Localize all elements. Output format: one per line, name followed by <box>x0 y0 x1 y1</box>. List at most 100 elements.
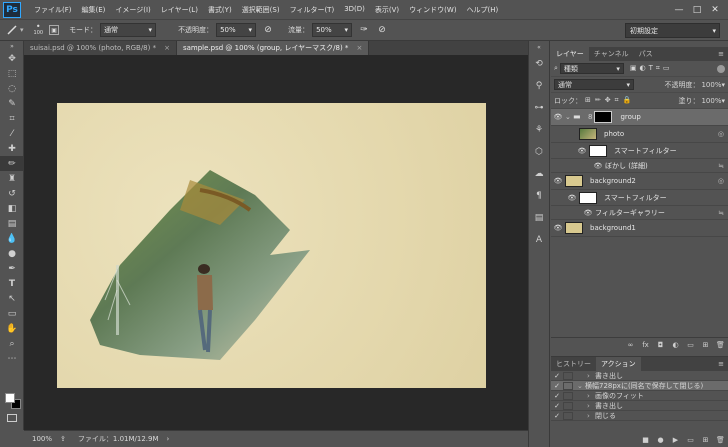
menu-type[interactable]: 書式(Y) <box>203 5 237 15</box>
panel-menu-icon[interactable]: ≡ <box>718 357 728 371</box>
visibility-eye-icon[interactable]: 👁 <box>591 162 605 170</box>
mode-select[interactable]: 通常 ▾ <box>100 23 157 37</box>
layer-mask-thumbnail[interactable] <box>594 111 613 123</box>
dodge-tool-icon[interactable]: ● <box>0 246 24 261</box>
marquee-tool-icon[interactable]: ⬚ <box>0 66 24 81</box>
zoom-tool-icon[interactable]: ⌕ <box>0 336 24 351</box>
dialog-toggle[interactable] <box>563 411 573 420</box>
chevron-right-icon[interactable]: › <box>587 402 595 410</box>
new-group-icon[interactable]: ▭ <box>683 341 698 349</box>
hand-tool-icon[interactable]: ✋ <box>0 321 24 336</box>
airbrush-icon[interactable]: ✑ <box>358 24 370 36</box>
adjustments-panel-icon[interactable]: ⊶ <box>529 97 549 119</box>
zoom-level[interactable]: 100% <box>32 435 52 443</box>
pressure-size-icon[interactable]: ⊘ <box>376 24 388 36</box>
visibility-eye-icon[interactable]: 👁 <box>565 194 579 202</box>
chevron-down-icon[interactable]: ▾ <box>721 81 725 89</box>
gradient-tool-icon[interactable]: ▤ <box>0 216 24 231</box>
action-row[interactable]: ✓ › 閉じる <box>551 411 728 421</box>
file-info[interactable]: ファイル：1.01M/12.9M <box>78 434 159 444</box>
eyedropper-tool-icon[interactable]: ⁄ <box>0 126 24 141</box>
brush-settings-icon[interactable]: ⚘ <box>529 119 549 141</box>
edit-toolbar-icon[interactable]: ⋯ <box>0 351 24 366</box>
trash-icon[interactable]: 🗑 <box>713 436 728 444</box>
foreground-color-swatch[interactable] <box>5 393 15 403</box>
flow-field[interactable]: 50% ▾ <box>312 23 353 37</box>
tab-layers[interactable]: レイヤー <box>551 47 589 61</box>
collapse-toolbar-icon[interactable]: » <box>0 41 24 51</box>
action-row[interactable]: ✓ › 画像のフィット <box>551 391 728 401</box>
path-select-tool-icon[interactable]: ↖ <box>0 291 24 306</box>
chevron-right-icon[interactable]: › <box>587 372 595 380</box>
trash-icon[interactable]: 🗑 <box>713 341 728 349</box>
menu-select[interactable]: 選択範囲(S) <box>237 5 285 15</box>
action-row[interactable]: ✓ ⌄ 横幅728pxに(同名で保存して閉じる) <box>551 381 728 391</box>
close-tab-icon[interactable]: × <box>356 44 362 52</box>
menu-window[interactable]: ウィンドウ(W) <box>404 5 461 15</box>
layer-row-smart-filter[interactable]: 👁 スマートフィルター <box>551 143 728 159</box>
tab-paths[interactable]: パス <box>634 47 658 61</box>
layer-row-photo[interactable]: photo ◎ <box>551 126 728 143</box>
brush-panel-toggle[interactable]: ▣ <box>49 25 60 35</box>
dialog-toggle[interactable] <box>563 391 573 400</box>
character-panel-icon[interactable]: A <box>529 229 549 251</box>
new-set-icon[interactable]: ▭ <box>683 436 698 444</box>
filter-options-icon[interactable]: ≒ <box>718 209 724 217</box>
brush-size-picker[interactable]: • 100 <box>34 23 44 37</box>
history-panel-icon[interactable]: ⟲ <box>529 53 549 75</box>
chevron-down-icon[interactable]: ⌄ <box>565 113 573 121</box>
tab-sample[interactable]: sample.psd @ 100% (group, レイヤーマスク/8) * × <box>176 41 370 55</box>
layer-row-smart-filter-2[interactable]: 👁 スマートフィルター <box>551 190 728 206</box>
check-icon[interactable]: ✓ <box>551 392 563 400</box>
chevron-down-icon[interactable]: ▾ <box>721 97 725 105</box>
fx-icon[interactable]: fx <box>638 341 653 349</box>
libraries-panel-icon[interactable]: ☁ <box>529 163 549 185</box>
history-brush-tool-icon[interactable]: ↺ <box>0 186 24 201</box>
layer-row-filter-gallery[interactable]: 👁 フィルターギャラリー ≒ <box>551 206 728 220</box>
pressure-opacity-icon[interactable]: ⊘ <box>262 24 274 36</box>
brush-tool-icon[interactable]: ✏ <box>0 156 24 171</box>
clone-stamp-tool-icon[interactable]: ♜ <box>0 171 24 186</box>
move-tool-icon[interactable]: ✥ <box>0 51 24 66</box>
export-icon[interactable]: ⇪ <box>60 435 66 443</box>
healing-brush-tool-icon[interactable]: ✚ <box>0 141 24 156</box>
play-icon[interactable]: ▶ <box>668 436 683 444</box>
record-icon[interactable]: ● <box>653 436 668 444</box>
menu-view[interactable]: 表示(V) <box>370 5 404 15</box>
type-tool-icon[interactable]: T <box>0 276 24 291</box>
tab-actions[interactable]: アクション <box>596 357 641 371</box>
collapse-panels-icon[interactable]: « <box>529 41 549 53</box>
chevron-right-icon[interactable]: › <box>587 392 595 400</box>
layer-row-group[interactable]: 👁 ⌄ ▬ 8 group <box>551 109 728 126</box>
opacity-field[interactable]: 50% ▾ <box>216 23 257 37</box>
stop-icon[interactable]: ■ <box>638 436 653 444</box>
panel-menu-icon[interactable]: ≡ <box>718 47 728 61</box>
layer-row-background2[interactable]: 👁 background2 ◎ <box>551 173 728 190</box>
layer-comps-icon[interactable]: ▤ <box>529 207 549 229</box>
action-row[interactable]: ✓ › 書き出し <box>551 371 728 381</box>
quick-mask-icon[interactable] <box>7 414 17 422</box>
new-layer-icon[interactable]: ⊞ <box>698 341 713 349</box>
filter-mask-thumbnail[interactable] <box>579 191 597 204</box>
menu-filter[interactable]: フィルター(T) <box>285 5 340 15</box>
dialog-toggle[interactable] <box>563 371 573 380</box>
properties-panel-icon[interactable]: ⚲ <box>529 75 549 97</box>
dialog-toggle[interactable] <box>563 401 573 410</box>
dialog-toggle[interactable] <box>563 381 573 390</box>
quick-select-tool-icon[interactable]: ✎ <box>0 96 24 111</box>
layer-row-blur-filter[interactable]: 👁 ぼかし (詳細) ≒ <box>551 159 728 173</box>
fill-value[interactable]: 100% <box>701 97 721 105</box>
chevron-down-icon[interactable]: ⌄ <box>577 382 585 390</box>
link-icon[interactable]: 8 <box>588 113 592 121</box>
chevron-right-icon[interactable]: › <box>587 412 595 420</box>
blur-tool-icon[interactable]: 💧 <box>0 231 24 246</box>
visibility-eye-icon[interactable]: 👁 <box>575 147 589 155</box>
menu-edit[interactable]: 編集(E) <box>77 5 111 15</box>
smart-object-icon[interactable]: ◎ <box>718 130 724 138</box>
layer-opacity-value[interactable]: 100% <box>701 81 721 89</box>
visibility-eye-icon[interactable]: 👁 <box>551 224 565 232</box>
workspace-select[interactable]: 初期設定 ▾ <box>625 23 720 38</box>
filter-toggle-icon[interactable] <box>717 64 725 73</box>
action-row[interactable]: ✓ › 書き出し <box>551 401 728 411</box>
filter-options-icon[interactable]: ≒ <box>718 162 724 170</box>
